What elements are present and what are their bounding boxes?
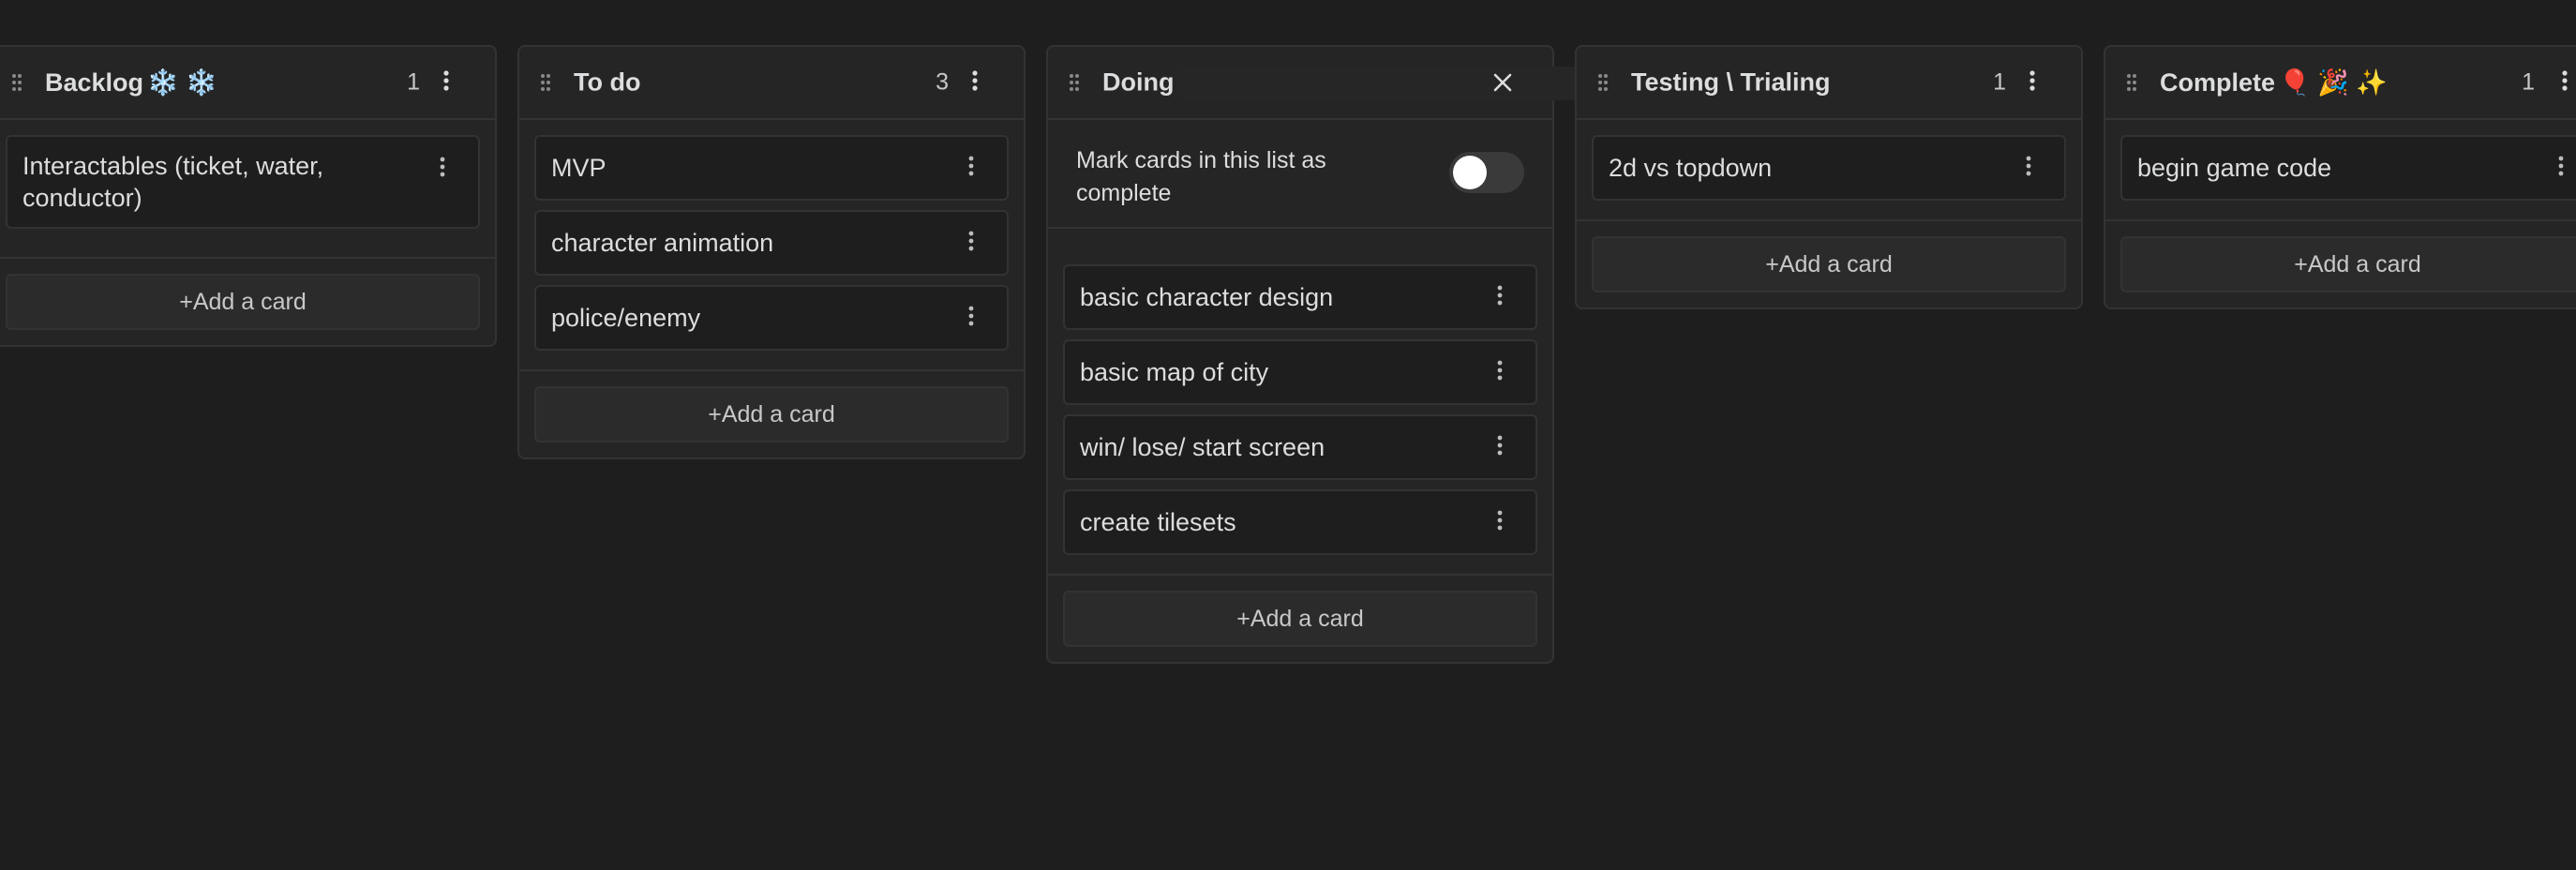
lane-card-count: 1 <box>2522 68 2535 96</box>
lane-to-do: To do 3 MVP character animation police/e… <box>517 45 1026 459</box>
more-vertical-icon[interactable] <box>1490 509 1509 535</box>
card-list: 2d vs topdown <box>1577 120 2081 219</box>
lane-title[interactable]: Complete 🎈 🎉 ✨ <box>2160 68 2388 98</box>
mark-complete-label: Mark cards in this list as complete <box>1076 147 1326 206</box>
card-item[interactable]: create tilesets <box>1063 489 1537 555</box>
add-card-button[interactable]: +Add a card <box>6 274 480 330</box>
lane-complete: Complete 🎈 🎉 ✨ 1 begin game code +Add a c… <box>2104 45 2576 309</box>
more-vertical-icon[interactable] <box>2023 69 2042 96</box>
lane-header: Testing \ Trialing 1 <box>1577 47 2081 120</box>
add-card-button[interactable]: +Add a card <box>2120 236 2576 292</box>
lane-header: To do 3 <box>519 47 1024 120</box>
add-card-area: +Add a card <box>2105 219 2576 308</box>
card-title: begin game code <box>2137 154 2332 182</box>
more-vertical-icon[interactable] <box>966 69 984 96</box>
card-item[interactable]: begin game code <box>2120 135 2576 201</box>
card-item[interactable]: MVP <box>534 135 1009 201</box>
lane-title[interactable]: To do <box>574 68 640 98</box>
lane-title-emoji: ❄️ ❄️ <box>147 68 217 97</box>
lane-header: Doing <box>1048 47 1590 120</box>
add-card-button[interactable]: +Add a card <box>1592 236 2066 292</box>
mark-complete-toggle[interactable] <box>1449 152 1524 193</box>
card-list: MVP character animation police/enemy <box>519 120 1024 369</box>
more-vertical-icon[interactable] <box>2555 69 2574 96</box>
card-item[interactable]: basic map of city <box>1063 339 1537 405</box>
toggle-knob <box>1453 156 1487 189</box>
add-card-area: +Add a card <box>1048 574 1552 662</box>
card-title: character animation <box>551 229 774 257</box>
add-card-area: +Add a card <box>0 257 495 345</box>
card-title: 2d vs topdown <box>1609 154 1773 182</box>
add-card-button[interactable]: +Add a card <box>1063 591 1537 647</box>
add-card-button[interactable]: +Add a card <box>534 386 1009 442</box>
card-list: begin game code <box>2105 120 2576 219</box>
card-list: basic character design basic map of city… <box>1048 229 1552 574</box>
lane-settings: Mark cards in this list as complete <box>1048 120 1552 229</box>
card-item[interactable]: Interactables (ticket, water, conductor) <box>6 135 480 229</box>
lane-header: Backlog ❄️ ❄️ 1 <box>0 47 495 120</box>
add-card-area: +Add a card <box>1577 219 2081 308</box>
drag-handle-icon[interactable] <box>2126 73 2137 92</box>
lane-backlog: Backlog ❄️ ❄️ 1 Interactables (ticket, wa… <box>0 45 497 347</box>
lane-card-count: 1 <box>1993 68 2006 96</box>
more-vertical-icon[interactable] <box>1490 284 1509 310</box>
lane-title-text: Testing \ Trialing <box>1631 68 1831 97</box>
card-title: win/ lose/ start screen <box>1080 433 1325 461</box>
more-vertical-icon[interactable] <box>1490 434 1509 460</box>
lane-title-emoji: 🎈 🎉 ✨ <box>2279 68 2388 97</box>
card-item[interactable]: 2d vs topdown <box>1592 135 2066 201</box>
drag-handle-icon[interactable] <box>1069 73 1080 92</box>
lane-title[interactable]: Testing \ Trialing <box>1631 68 1831 98</box>
more-vertical-icon[interactable] <box>433 156 452 182</box>
more-vertical-icon[interactable] <box>1490 359 1509 385</box>
card-item[interactable]: police/enemy <box>534 285 1009 351</box>
close-icon[interactable] <box>1490 70 1515 95</box>
more-vertical-icon[interactable] <box>2019 155 2038 181</box>
card-title: police/enemy <box>551 304 701 332</box>
card-title: create tilesets <box>1080 508 1236 536</box>
card-list: Interactables (ticket, water, conductor) <box>0 120 495 257</box>
lane-doing: Doing Mark cards in this list as complet… <box>1046 45 1590 664</box>
card-item[interactable]: win/ lose/ start screen <box>1063 414 1537 480</box>
lane-header: Complete 🎈 🎉 ✨ 1 <box>2105 47 2576 120</box>
card-title: Interactables (ticket, water, conductor) <box>22 152 324 212</box>
more-vertical-icon[interactable] <box>437 69 456 96</box>
more-vertical-icon[interactable] <box>2552 155 2570 181</box>
card-title: MVP <box>551 154 607 182</box>
lane-card-count: 1 <box>407 68 420 96</box>
lane-card-count: 3 <box>936 68 949 96</box>
card-item[interactable]: basic character design <box>1063 264 1537 330</box>
card-item[interactable]: character animation <box>534 210 1009 276</box>
drag-handle-icon[interactable] <box>11 73 22 92</box>
lane-title-text: Doing <box>1102 68 1175 97</box>
kanban-board: Backlog ❄️ ❄️ 1 Interactables (ticket, wa… <box>0 0 2576 870</box>
add-card-area: +Add a card <box>519 369 1024 458</box>
lane-title-text: To do <box>574 68 641 97</box>
more-vertical-icon[interactable] <box>962 230 981 256</box>
drag-handle-icon[interactable] <box>540 73 551 92</box>
card-title: basic map of city <box>1080 358 1269 386</box>
lane-testing-trialing: Testing \ Trialing 1 2d vs topdown +Add … <box>1575 45 2083 309</box>
lane-title[interactable]: Doing <box>1102 68 1174 98</box>
more-vertical-icon[interactable] <box>962 305 981 331</box>
lane-title-text: Complete <box>2160 68 2276 97</box>
lane-title[interactable]: Backlog ❄️ ❄️ <box>45 68 217 98</box>
more-vertical-icon[interactable] <box>962 155 981 181</box>
lane-title-text: Backlog <box>45 68 144 97</box>
card-title: basic character design <box>1080 283 1334 311</box>
drag-handle-icon[interactable] <box>1597 73 1609 92</box>
lane-title-input[interactable] <box>1177 67 1590 100</box>
